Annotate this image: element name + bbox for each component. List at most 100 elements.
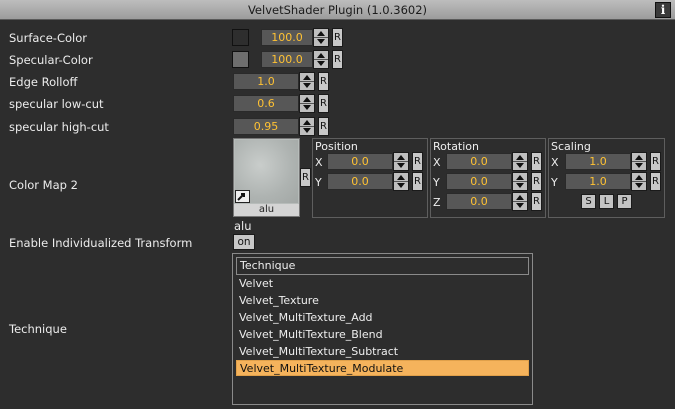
edge-rolloff-label: Edge Rolloff (9, 75, 78, 89)
edge-rolloff-field[interactable]: 1.0 (233, 73, 299, 90)
info-button[interactable]: i (655, 2, 671, 18)
spin-up-icon[interactable] (516, 155, 524, 160)
rotation-x-label: X (433, 156, 441, 169)
position-y-label: Y (315, 176, 322, 189)
spin-up-icon[interactable] (317, 31, 325, 36)
technique-list: Technique Velvet Velvet_Texture Velvet_M… (232, 253, 533, 405)
spin-up-icon[interactable] (303, 120, 311, 125)
spin-down-icon[interactable] (635, 183, 643, 188)
spin-up-icon[interactable] (303, 97, 311, 102)
enable-transform-label: Enable Individualized Transform (9, 236, 193, 250)
rotation-z-spinner[interactable] (512, 192, 528, 211)
spin-down-icon[interactable] (397, 163, 405, 168)
surface-color-field[interactable]: 100.0 (261, 29, 313, 46)
title-bar: VelvetShader Plugin (1.0.3602) i (0, 0, 675, 20)
rotation-y-spinner[interactable] (512, 172, 528, 191)
scaling-l-button[interactable]: L (599, 194, 614, 209)
scaling-x-label: X (551, 156, 559, 169)
specular-low-cut-label: specular low-cut (9, 97, 104, 111)
texture-name: alu (234, 219, 252, 233)
scaling-x-reset-button[interactable]: R (650, 152, 661, 171)
specular-color-label: Specular-Color (9, 53, 93, 67)
technique-item[interactable]: Velvet_MultiTexture_Subtract (236, 344, 529, 360)
spin-up-icon[interactable] (397, 155, 405, 160)
surface-color-label: Surface-Color (9, 31, 87, 45)
position-y-field[interactable]: 0.0 (327, 173, 393, 190)
specular-high-cut-field[interactable]: 0.95 (233, 118, 299, 135)
rotation-x-field[interactable]: 0.0 (446, 153, 512, 170)
scaling-s-button[interactable]: S (581, 194, 596, 209)
texture-thumbnail[interactable]: alu (233, 138, 300, 217)
scaling-y-label: Y (551, 176, 558, 189)
spin-down-icon[interactable] (303, 128, 311, 133)
specular-high-cut-reset-button[interactable]: R (318, 117, 329, 136)
position-y-reset-button[interactable]: R (412, 172, 423, 191)
rotation-title: Rotation (433, 140, 480, 153)
spin-down-icon[interactable] (635, 163, 643, 168)
technique-item[interactable]: Velvet_MultiTexture_Blend (236, 327, 529, 343)
edge-rolloff-spinner[interactable] (299, 72, 315, 91)
spin-up-icon[interactable] (516, 195, 524, 200)
specular-color-reset-button[interactable]: R (332, 50, 343, 69)
position-x-field[interactable]: 0.0 (327, 153, 393, 170)
rotation-x-spinner[interactable] (512, 152, 528, 171)
spin-down-icon[interactable] (303, 83, 311, 88)
position-title: Position (315, 140, 358, 153)
rotation-z-label: Z (433, 196, 441, 209)
scaling-y-spinner[interactable] (631, 172, 647, 191)
window-title: VelvetShader Plugin (1.0.3602) (247, 3, 428, 17)
position-y-spinner[interactable] (393, 172, 409, 191)
surface-color-reset-button[interactable]: R (332, 28, 343, 47)
spin-up-icon[interactable] (516, 175, 524, 180)
specular-high-cut-spinner[interactable] (299, 117, 315, 136)
texture-caption: alu (234, 204, 299, 216)
spin-down-icon[interactable] (516, 183, 524, 188)
scaling-y-field[interactable]: 1.0 (565, 173, 631, 190)
spin-down-icon[interactable] (516, 203, 524, 208)
technique-item[interactable]: Velvet_MultiTexture_Add (236, 310, 529, 326)
edge-rolloff-reset-button[interactable]: R (318, 72, 329, 91)
position-x-label: X (315, 156, 323, 169)
specular-color-spinner[interactable] (313, 50, 329, 69)
specular-low-cut-spinner[interactable] (299, 94, 315, 113)
technique-item[interactable]: Velvet_Texture (236, 293, 529, 309)
spin-up-icon[interactable] (317, 53, 325, 58)
surface-color-swatch[interactable] (232, 29, 249, 46)
rotation-y-label: Y (433, 176, 440, 189)
specular-low-cut-reset-button[interactable]: R (318, 94, 329, 113)
color-map-reset-button[interactable]: R (300, 168, 311, 187)
specular-color-swatch[interactable] (232, 51, 249, 68)
specular-high-cut-label: specular high-cut (9, 120, 109, 134)
rotation-z-field[interactable]: 0.0 (446, 193, 512, 210)
rotation-z-reset-button[interactable]: R (531, 192, 542, 211)
scaling-y-reset-button[interactable]: R (650, 172, 661, 191)
scaling-x-spinner[interactable] (631, 152, 647, 171)
spin-up-icon[interactable] (635, 175, 643, 180)
scaling-p-button[interactable]: P (617, 194, 632, 209)
spin-down-icon[interactable] (317, 39, 325, 44)
enable-transform-toggle[interactable]: on (233, 234, 255, 250)
spin-down-icon[interactable] (516, 163, 524, 168)
scaling-x-field[interactable]: 1.0 (565, 153, 631, 170)
color-map-label: Color Map 2 (9, 178, 78, 192)
technique-label: Technique (9, 322, 67, 336)
spin-down-icon[interactable] (397, 183, 405, 188)
link-arrow-icon[interactable] (235, 190, 250, 203)
position-x-spinner[interactable] (393, 152, 409, 171)
rotation-y-reset-button[interactable]: R (531, 172, 542, 191)
spin-down-icon[interactable] (317, 61, 325, 66)
spin-up-icon[interactable] (303, 75, 311, 80)
specular-low-cut-field[interactable]: 0.6 (233, 95, 299, 112)
spin-down-icon[interactable] (303, 105, 311, 110)
technique-list-header: Technique (236, 257, 529, 275)
position-x-reset-button[interactable]: R (412, 152, 423, 171)
rotation-x-reset-button[interactable]: R (531, 152, 542, 171)
surface-color-spinner[interactable] (313, 28, 329, 47)
spin-up-icon[interactable] (397, 175, 405, 180)
rotation-y-field[interactable]: 0.0 (446, 173, 512, 190)
technique-item-selected[interactable]: Velvet_MultiTexture_Modulate (236, 360, 529, 376)
scaling-title: Scaling (551, 140, 591, 153)
specular-color-field[interactable]: 100.0 (261, 51, 313, 68)
technique-item[interactable]: Velvet (236, 276, 529, 292)
spin-up-icon[interactable] (635, 155, 643, 160)
